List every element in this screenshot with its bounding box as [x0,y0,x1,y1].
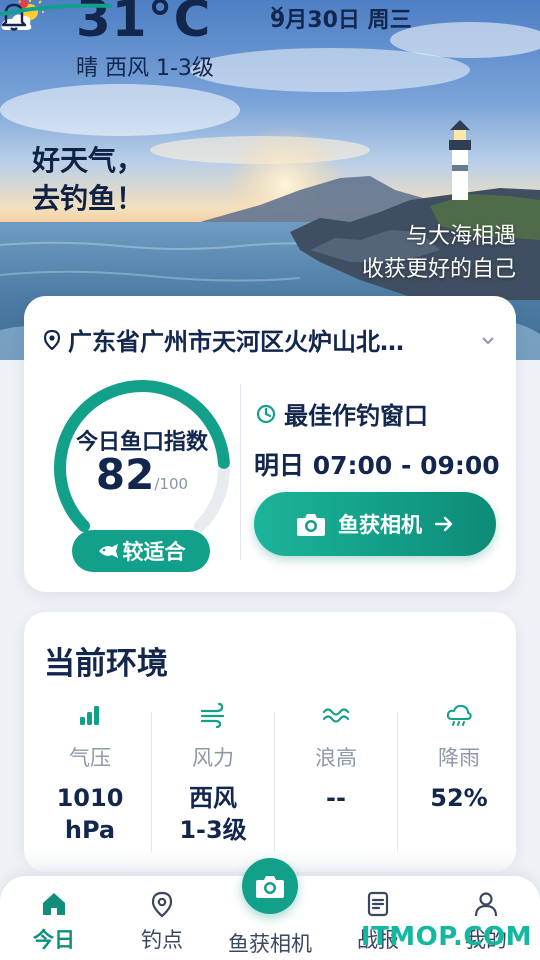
location-pin-icon [44,329,60,350]
env-item-rain: 降雨 52% [397,702,516,852]
env-value-line-1: 1010 [56,784,124,812]
environment-card: 当前环境 气压 1010 hPa 风力 西风 1-3级 浪高 -- 降雨 52% [24,612,516,872]
fishing-summary-card: 广东省广州市天河区火炉山北… 今日鱼口指数 82/100 较适合 最佳作钓窗口 … [24,296,516,592]
wave-icon [322,708,350,723]
wind-icon [200,702,225,728]
nav-camera-button[interactable] [242,858,298,914]
rain-cloud-icon [446,704,472,726]
env-label: 气压 [69,746,111,770]
nav-label: 今日 [33,928,75,952]
fishing-index-value: 82/100 [50,450,234,499]
location-selector[interactable]: 广东省广州市天河区火炉山北… [44,322,496,357]
home-icon [43,893,65,915]
catch-camera-button[interactable]: 鱼获相机 [254,492,496,556]
chevron-down-icon [482,336,494,344]
camera-icon [256,876,284,898]
env-label: 降雨 [438,746,480,770]
tagline-line-1: 与大海相遇 [405,224,516,249]
nav-tab-today[interactable]: 今日 [4,890,104,954]
env-value: -- [279,782,393,814]
nav-label: 钓点 [141,928,183,952]
best-window-title-text: 最佳作钓窗口 [284,402,428,430]
env-value-line-1: 西风 [189,784,237,812]
env-item-wave: 浪高 -- [274,702,393,852]
date-label: 9月30日 周三 [270,8,412,33]
date-selector[interactable]: 9月30日 周三 [270,2,412,34]
env-value: 1010 hPa [33,782,147,846]
location-text: 广东省广州市天河区火炉山北… [68,328,404,356]
env-value-line-1: 52% [430,784,488,812]
user-icon [474,892,498,917]
hero-tagline: 与大海相遇 收获更好的自己 [362,220,516,286]
env-value-line-1: -- [326,784,346,812]
divider [240,384,241,560]
env-value-line-2: hPa [64,816,116,844]
signal-bars-icon [80,706,99,725]
camera-icon [297,514,325,536]
environment-title: 当前环境 [44,646,168,682]
fishing-index-number: 82 [95,450,155,499]
weather-condition: 晴 西风 1-3级 [76,56,214,81]
clock-icon [256,404,276,423]
fish-icon [98,544,118,558]
env-value: 52% [402,782,516,814]
rating-badge: 较适合 [72,530,210,572]
catch-camera-label: 鱼获相机 [338,513,422,537]
environment-grid: 气压 1010 hPa 风力 西风 1-3级 浪高 -- 降雨 52% [24,702,516,852]
location-pin-icon [151,891,173,918]
report-icon [367,891,389,917]
hero-slogan: 好天气， 去钓鱼！ [32,142,144,218]
env-label: 风力 [192,746,234,770]
arrow-right-icon [434,516,453,532]
slogan-line-2: 去钓鱼！ [32,182,145,215]
watermark-text: ITMOP.COM [360,922,532,952]
nav-camera-label[interactable]: 鱼获相机 [210,928,330,958]
slogan-underline [0,3,112,16]
env-label: 浪高 [315,746,357,770]
env-item-pressure: 气压 1010 hPa [33,702,147,852]
nav-tab-spots[interactable]: 钓点 [112,890,212,954]
best-window-time: 明日 07:00 - 09:00 [254,451,500,480]
env-value-line-2: 1-3级 [179,816,247,844]
env-item-wind: 风力 西风 1-3级 [151,702,270,852]
tagline-line-2: 收获更好的自己 [361,257,516,282]
best-window-title: 最佳作钓窗口 [256,396,428,431]
slogan-line-1: 好天气， [32,144,145,177]
env-value: 西风 1-3级 [156,782,270,846]
fishing-index-max: /100 [154,475,189,493]
chevron-down-icon [271,6,283,14]
rating-label: 较适合 [122,540,186,564]
